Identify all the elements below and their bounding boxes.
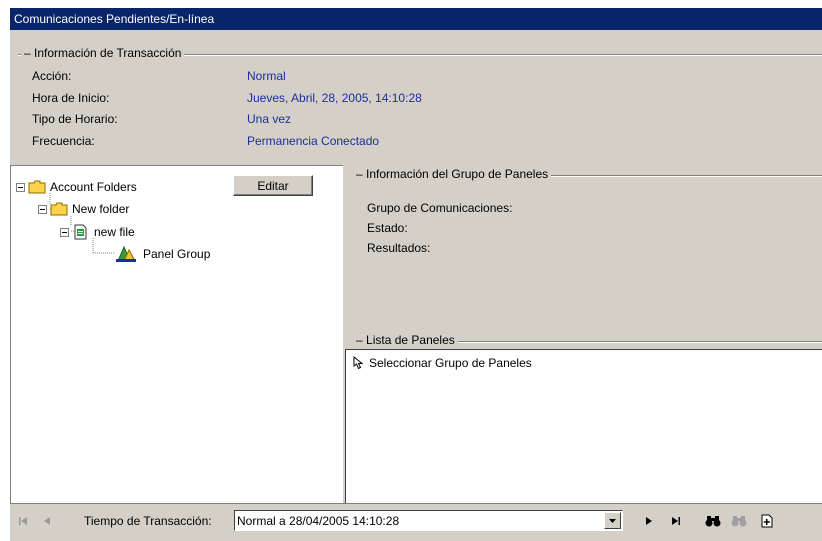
- tipo-horario-value: Una vez: [247, 112, 292, 126]
- last-record-button[interactable]: [665, 510, 687, 532]
- window-title: Comunicaciones Pendientes/En-línea: [10, 8, 822, 30]
- previous-icon: [44, 517, 50, 525]
- chevron-down-icon: [609, 519, 616, 523]
- add-record-button[interactable]: [756, 510, 778, 532]
- tree-node-label: Panel Group: [143, 247, 211, 261]
- resultados-label: Resultados:: [367, 241, 431, 255]
- tree-node-label: Account Folders: [50, 180, 137, 194]
- find-next-button[interactable]: [728, 510, 750, 532]
- last-icon: [672, 517, 680, 525]
- collapse-icon[interactable]: [16, 182, 25, 192]
- list-item-label: Seleccionar Grupo de Paneles: [369, 356, 532, 370]
- find-button[interactable]: [702, 510, 724, 532]
- frecuencia-label: Frecuencia:: [32, 134, 95, 148]
- tree-node-panel-group[interactable]: Panel Group: [115, 245, 210, 263]
- pointer-icon: [353, 356, 364, 370]
- next-record-button[interactable]: [638, 510, 660, 532]
- next-icon: [646, 517, 652, 525]
- add-page-icon: [761, 514, 773, 528]
- transaction-group-title: – Información de Transacción: [21, 46, 185, 60]
- group-dash: –: [356, 333, 363, 347]
- first-record-button[interactable]: [12, 510, 34, 532]
- panel-list-label: Lista de Paneles: [366, 333, 455, 347]
- file-icon: [74, 224, 87, 240]
- binoculars-disabled-icon: [731, 516, 747, 527]
- tree-node-label: new file: [94, 225, 135, 239]
- edit-button[interactable]: Editar: [233, 175, 313, 196]
- accion-label: Acción:: [32, 69, 72, 83]
- collapse-icon[interactable]: [38, 204, 47, 214]
- tipo-horario-label: Tipo de Horario:: [32, 112, 118, 126]
- transaction-time-select[interactable]: Normal a 28/04/2005 14:10:28: [234, 510, 623, 531]
- previous-record-button[interactable]: [36, 510, 58, 532]
- accion-value: Normal: [247, 69, 286, 83]
- panel-list[interactable]: Seleccionar Grupo de Paneles: [345, 349, 822, 503]
- tree-node-new-folder[interactable]: New folder: [38, 202, 129, 216]
- tree-node-label: New folder: [72, 202, 130, 216]
- group-dash: –: [24, 46, 31, 60]
- panel-group-label: Información del Grupo de Paneles: [366, 167, 549, 181]
- list-item[interactable]: Seleccionar Grupo de Paneles: [352, 356, 532, 370]
- folder-icon: [50, 202, 68, 216]
- collapse-icon[interactable]: [60, 227, 69, 237]
- estado-label: Estado:: [367, 221, 408, 235]
- account-tree[interactable]: Account Folders New folder new file Pane…: [10, 165, 343, 503]
- bottom-toolbar: Tiempo de Transacción: Normal a 28/04/20…: [10, 503, 822, 541]
- tree-node-account-folders[interactable]: Account Folders: [16, 180, 137, 194]
- transaction-time-label: Tiempo de Transacción:: [84, 514, 212, 528]
- hora-inicio-value: Jueves, Abril, 28, 2005, 14:10:28: [247, 91, 422, 105]
- grupo-comunicaciones-label: Grupo de Comunicaciones:: [367, 201, 513, 215]
- transaction-time-value: Normal a 28/04/2005 14:10:28: [237, 514, 400, 528]
- binoculars-icon: [705, 516, 721, 527]
- panel-group-icon: [116, 245, 136, 262]
- transaction-group-label: Información de Transacción: [34, 46, 182, 60]
- folder-icon: [28, 180, 46, 194]
- frecuencia-value: Permanencia Conectado: [247, 134, 380, 148]
- hora-inicio-label: Hora de Inicio:: [32, 91, 110, 105]
- panel-list-title: – Lista de Paneles: [353, 333, 458, 347]
- group-dash: –: [356, 167, 363, 181]
- dropdown-button[interactable]: [604, 512, 621, 529]
- first-icon: [19, 517, 27, 525]
- window: Comunicaciones Pendientes/En-línea – Inf…: [10, 8, 822, 541]
- panel-group-title: – Información del Grupo de Paneles: [353, 167, 552, 181]
- tree-node-new-file[interactable]: new file: [60, 224, 135, 240]
